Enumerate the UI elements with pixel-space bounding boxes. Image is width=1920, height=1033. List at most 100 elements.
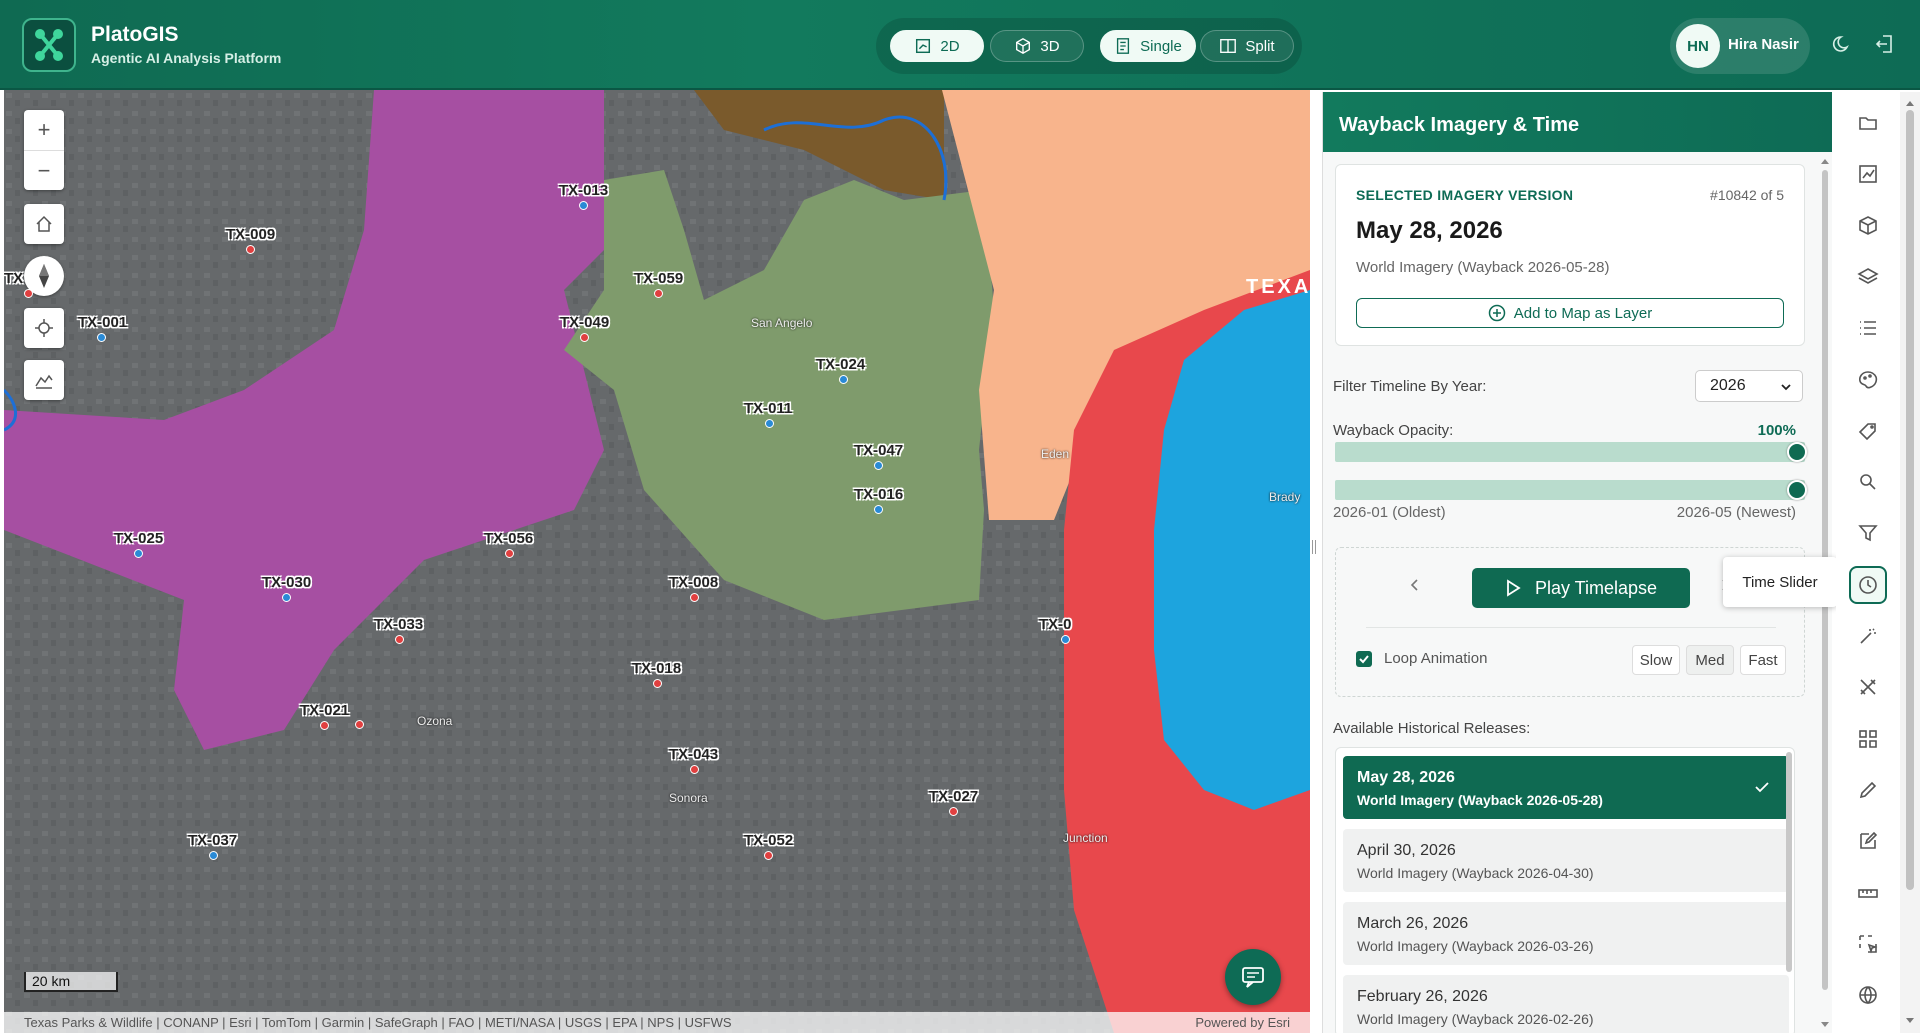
speed-fast-button[interactable]: Fast	[1740, 645, 1786, 675]
map-point-marker[interactable]	[395, 635, 404, 644]
map-point-marker[interactable]	[653, 679, 662, 688]
map-point-marker[interactable]	[690, 765, 699, 774]
user-menu[interactable]: HN Hira Nasir	[1670, 18, 1810, 74]
selected-count: #10842 of 5	[1710, 187, 1784, 203]
pencil-icon	[1859, 781, 1877, 798]
time-slider-thumb[interactable]	[1787, 480, 1807, 500]
releases-scrollbar[interactable]	[1786, 752, 1792, 972]
mode-3d-button[interactable]: 3D	[990, 30, 1084, 62]
locate-button[interactable]	[24, 308, 64, 348]
year-value: 2026	[1710, 377, 1746, 394]
elevation-profile-button[interactable]	[24, 360, 64, 400]
map-point-marker[interactable]	[1061, 635, 1070, 644]
tool-chart-button[interactable]	[1849, 155, 1887, 193]
mode-split-button[interactable]: Split	[1200, 30, 1294, 62]
releases-label: Available Historical Releases:	[1333, 720, 1531, 737]
map-point-marker[interactable]	[580, 333, 589, 342]
release-item[interactable]: February 26, 2026 World Imagery (Wayback…	[1343, 975, 1789, 1033]
map-point-marker[interactable]	[874, 461, 883, 470]
loop-checkbox[interactable]	[1356, 651, 1372, 667]
map-point-label: TX-043	[669, 746, 719, 763]
release-date: February 26, 2026	[1357, 988, 1488, 1005]
tool-qr-button[interactable]	[1849, 720, 1887, 758]
map-point-label: TX-033	[374, 616, 424, 633]
map-point-label: TX-052	[744, 832, 794, 849]
opacity-value: 100%	[1757, 422, 1796, 439]
home-button[interactable]	[24, 204, 64, 244]
page-scroll-thumb[interactable]	[1906, 110, 1914, 890]
app-logo[interactable]	[22, 18, 76, 72]
opacity-slider-thumb[interactable]	[1787, 442, 1807, 462]
tool-pencil-button[interactable]	[1849, 771, 1887, 809]
mode-single-button[interactable]: Single	[1100, 30, 1196, 62]
map-point-marker[interactable]	[654, 289, 663, 298]
opacity-label: Wayback Opacity:	[1333, 422, 1454, 439]
map-canvas[interactable]	[4, 90, 1310, 1033]
check-icon	[1359, 655, 1369, 664]
panel-resize-handle[interactable]	[1310, 540, 1318, 564]
tool-measure-button[interactable]	[1849, 874, 1887, 912]
map-point-marker[interactable]	[24, 289, 33, 298]
release-item[interactable]: April 30, 2026 World Imagery (Wayback 20…	[1343, 829, 1789, 892]
map-point-marker[interactable]	[579, 201, 588, 210]
map-point-marker[interactable]	[690, 593, 699, 602]
previous-button[interactable]	[1408, 578, 1422, 597]
map-view[interactable]: + − TEXA San Angelo Eden Brady Ozona Son…	[4, 90, 1310, 1033]
tool-edit-button[interactable]	[1849, 822, 1887, 860]
release-item[interactable]: March 26, 2026 World Imagery (Wayback 20…	[1343, 902, 1789, 965]
play-timelapse-button[interactable]: Play Timelapse	[1472, 568, 1690, 608]
chat-button[interactable]	[1225, 949, 1281, 1005]
map-point-marker[interactable]	[765, 419, 774, 428]
view-mode-group: 2D 3D Single Split	[876, 18, 1302, 74]
map-point-marker[interactable]	[874, 505, 883, 514]
tool-folder-button[interactable]	[1849, 104, 1887, 142]
map-point-marker[interactable]	[839, 375, 848, 384]
map-point-marker[interactable]	[282, 593, 291, 602]
map-point-marker[interactable]	[764, 851, 773, 860]
map-point-marker[interactable]	[246, 245, 255, 254]
avatar: HN	[1676, 24, 1720, 68]
powered-by[interactable]: Powered by Esri	[1195, 1012, 1290, 1033]
speed-slow-button[interactable]: Slow	[1632, 645, 1680, 675]
tool-globe-button[interactable]	[1849, 976, 1887, 1014]
user-name: Hira Nasir	[1728, 36, 1799, 53]
map-point-marker[interactable]	[949, 807, 958, 816]
zoom-out-button[interactable]: −	[24, 150, 64, 190]
map-point-marker[interactable]	[209, 851, 218, 860]
globe-icon	[1859, 986, 1877, 1005]
tool-magic-wand-button[interactable]	[1849, 617, 1887, 655]
page-scrollbar[interactable]	[1900, 92, 1920, 1033]
map-point-marker[interactable]	[505, 549, 514, 558]
release-item[interactable]: May 28, 2026 World Imagery (Wayback 2026…	[1343, 756, 1789, 819]
releases-list[interactable]: May 28, 2026 World Imagery (Wayback 2026…	[1335, 747, 1795, 1033]
speed-med-button[interactable]: Med	[1686, 645, 1734, 675]
tool-list-button[interactable]	[1849, 309, 1887, 347]
opacity-slider[interactable]	[1335, 442, 1807, 462]
tool-tools-button[interactable]	[1849, 668, 1887, 706]
app-header: PlatoGIS Agentic AI Analysis Platform 2D…	[0, 0, 1920, 90]
release-desc: World Imagery (Wayback 2026-05-28)	[1357, 792, 1603, 808]
moon-icon[interactable]	[1832, 33, 1854, 55]
mode-2d-button[interactable]: 2D	[890, 30, 984, 62]
map-point-marker[interactable]	[320, 721, 329, 730]
tool-clock-button[interactable]	[1849, 565, 1887, 604]
time-range-slider[interactable]	[1335, 480, 1807, 500]
zoom-in-button[interactable]: +	[38, 110, 51, 150]
map-point-label: TX-037	[188, 832, 238, 849]
map-point-marker[interactable]	[97, 333, 106, 342]
tool-select-button[interactable]	[1849, 925, 1887, 963]
tool-palette-button[interactable]	[1849, 361, 1887, 399]
tools-icon	[1860, 679, 1876, 695]
tool-cube-button[interactable]	[1849, 207, 1887, 245]
tool-filter-button[interactable]	[1849, 514, 1887, 552]
add-to-map-button[interactable]: Add to Map as Layer	[1356, 298, 1784, 328]
tool-layers-button[interactable]	[1849, 258, 1887, 296]
tool-tag-button[interactable]	[1849, 412, 1887, 450]
year-select[interactable]: 2026	[1695, 370, 1803, 402]
logout-icon[interactable]	[1874, 33, 1896, 55]
tool-search-button[interactable]	[1849, 463, 1887, 501]
map-point-marker[interactable]	[355, 720, 364, 729]
selected-desc: World Imagery (Wayback 2026-05-28)	[1356, 259, 1610, 276]
map-point-marker[interactable]	[134, 549, 143, 558]
map-point-label: TX-049	[560, 314, 610, 331]
